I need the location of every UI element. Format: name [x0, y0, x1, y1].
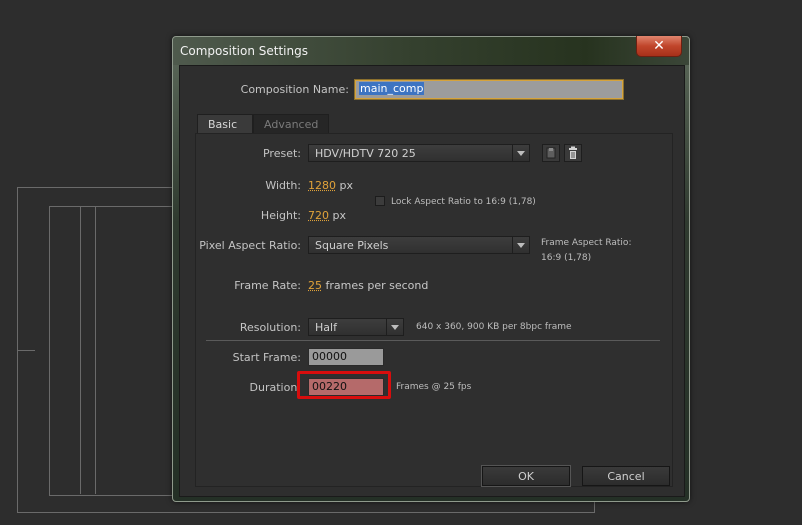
frame-rate-suffix: frames per second: [325, 279, 429, 292]
lock-aspect-label: Lock Aspect Ratio to 16:9 (1,78): [391, 197, 536, 207]
composition-settings-dialog: Composition Settings ✕ Composition Name:…: [172, 36, 690, 502]
section-divider: [206, 340, 660, 341]
resolution-info: 640 x 360, 900 KB per 8bpc frame: [416, 322, 572, 332]
trash-icon: [569, 146, 577, 159]
start-frame-value: 00000: [312, 350, 347, 363]
dialog-titlebar[interactable]: Composition Settings ✕: [173, 36, 689, 65]
composition-name-input[interactable]: main_comp: [354, 79, 624, 100]
height-label: Height:: [260, 209, 301, 222]
delete-preset-button[interactable]: [564, 144, 582, 162]
resolution-label: Resolution:: [239, 321, 301, 334]
background-guide-line: [95, 206, 96, 494]
frame-aspect-label: Frame Aspect Ratio:: [541, 238, 632, 248]
dialog-title: Composition Settings: [180, 44, 308, 58]
height-unit: px: [332, 209, 347, 222]
save-icon: [546, 147, 556, 159]
duration-highlight-box: [297, 371, 391, 399]
composition-name-value: main_comp: [359, 82, 425, 95]
composition-name-label: Composition Name:: [240, 83, 349, 96]
save-preset-button[interactable]: [542, 144, 560, 162]
close-button[interactable]: ✕: [636, 36, 682, 57]
close-icon: ✕: [653, 38, 665, 54]
dialog-body: Composition Name: main_comp Basic Advanc…: [179, 65, 685, 497]
preset-label: Preset:: [262, 147, 301, 160]
pixel-aspect-dropdown[interactable]: Square Pixels: [308, 236, 530, 254]
width-label: Width:: [265, 179, 301, 192]
preset-dropdown[interactable]: HDV/HDTV 720 25: [308, 144, 530, 162]
height-value[interactable]: 720: [308, 209, 329, 222]
height-field[interactable]: 720 px: [308, 209, 346, 222]
start-frame-input[interactable]: 00000: [308, 348, 384, 366]
width-value[interactable]: 1280: [308, 179, 336, 192]
cancel-button[interactable]: Cancel: [582, 466, 670, 486]
chevron-down-icon: [512, 237, 529, 253]
preset-value: HDV/HDTV 720 25: [315, 147, 416, 160]
chevron-down-icon: [386, 319, 403, 335]
width-unit: px: [339, 179, 354, 192]
pixel-aspect-value: Square Pixels: [315, 239, 389, 252]
duration-info: Frames @ 25 fps: [396, 382, 472, 392]
pixel-aspect-label: Pixel Aspect Ratio:: [199, 239, 301, 252]
width-field[interactable]: 1280 px: [308, 179, 353, 192]
frame-rate-value[interactable]: 25: [308, 279, 322, 292]
frame-aspect-value: 16:9 (1,78): [541, 253, 592, 263]
resolution-value: Half: [315, 321, 337, 334]
duration-label: Duration:: [249, 381, 301, 394]
chevron-down-icon: [512, 145, 529, 161]
ok-button[interactable]: OK: [481, 465, 571, 487]
frame-rate-label: Frame Rate:: [234, 279, 301, 292]
start-frame-label: Start Frame:: [232, 351, 301, 364]
frame-rate-field[interactable]: 25 frames per second: [308, 279, 428, 292]
tab-advanced[interactable]: Advanced: [253, 114, 329, 134]
background-guide-line: [80, 206, 81, 494]
lock-aspect-checkbox[interactable]: [375, 196, 385, 206]
background-guide-line: [17, 350, 35, 351]
tab-basic[interactable]: Basic: [197, 114, 253, 134]
resolution-dropdown[interactable]: Half: [308, 318, 404, 336]
